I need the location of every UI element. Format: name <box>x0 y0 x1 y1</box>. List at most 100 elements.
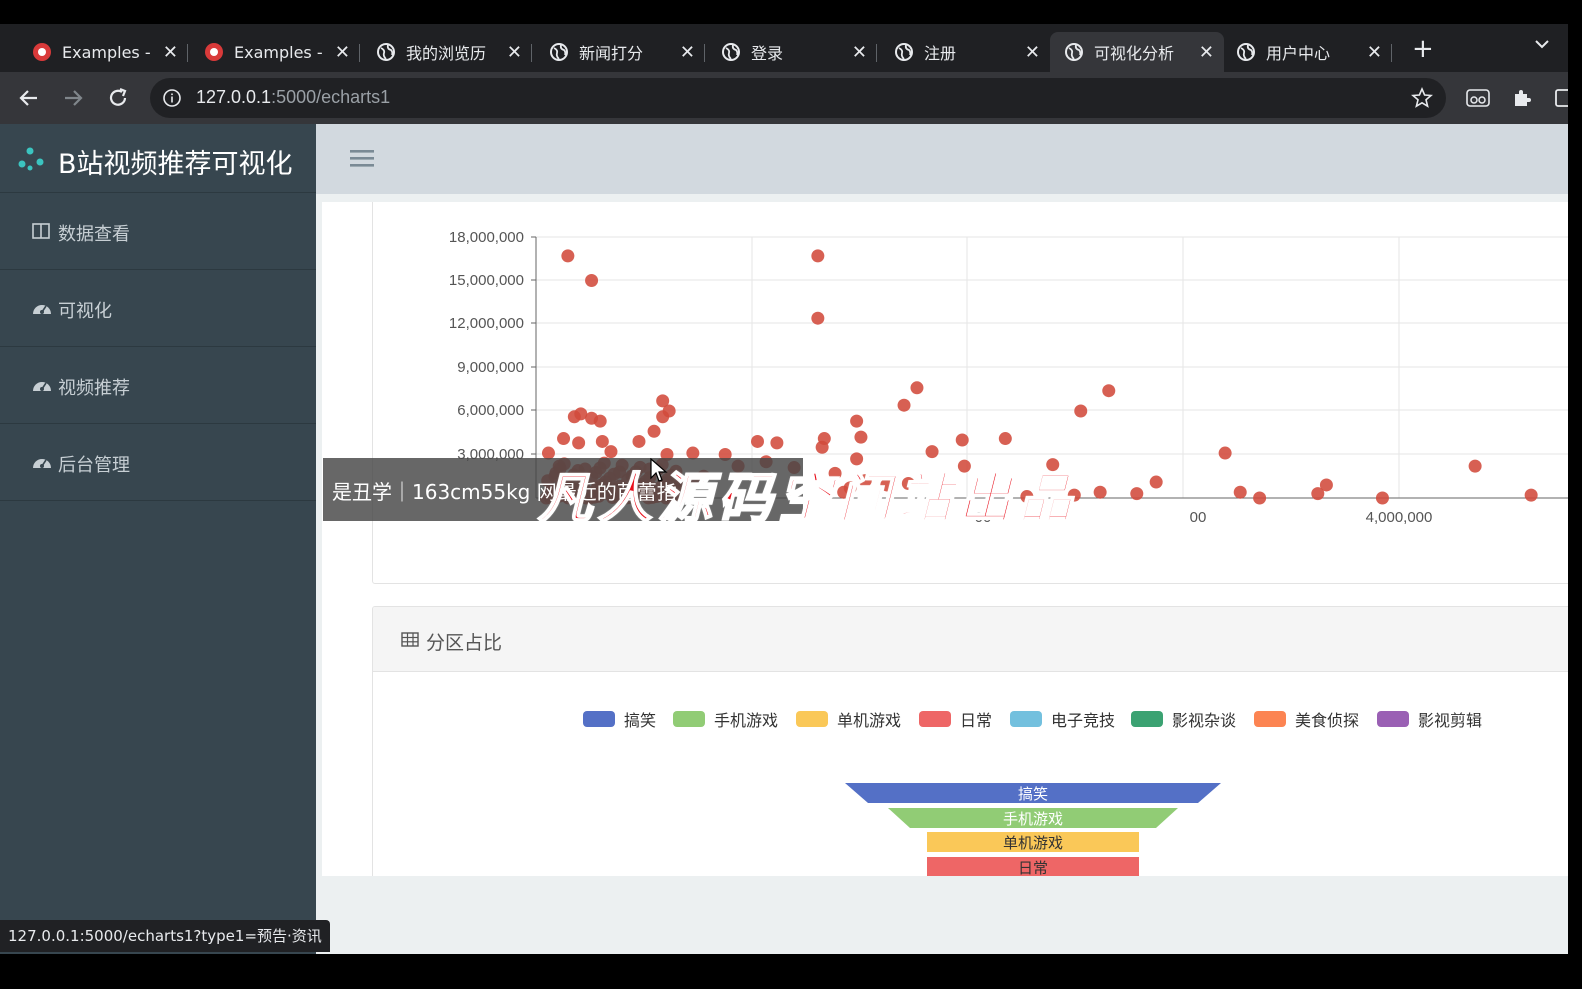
tab-title: 可视化分析 <box>1094 44 1175 63</box>
sidebar-item-admin[interactable]: 后台管理 <box>0 424 316 501</box>
info-icon[interactable] <box>162 88 182 108</box>
scatter-point[interactable] <box>770 436 784 450</box>
scatter-point[interactable] <box>557 432 571 446</box>
tab-separator <box>187 44 188 62</box>
back-arrow-icon[interactable] <box>17 86 41 110</box>
close-icon[interactable]: ✕ <box>507 42 522 63</box>
y-tick-label: 9,000,000 <box>457 359 524 376</box>
scatter-point[interactable] <box>1319 478 1333 492</box>
globe-icon <box>377 43 395 61</box>
tab-title: 我的浏览历 <box>406 44 487 63</box>
globe-icon <box>1065 43 1083 61</box>
scatter-point[interactable] <box>595 434 609 448</box>
tab-title: 新闻打分 <box>579 44 644 63</box>
scatter-point[interactable] <box>811 311 825 325</box>
sidepanel-icon[interactable] <box>1554 86 1568 110</box>
hamburger-menu-icon[interactable] <box>350 148 374 168</box>
reload-icon[interactable] <box>106 86 130 110</box>
close-icon[interactable]: ✕ <box>1199 42 1214 63</box>
scatter-point[interactable] <box>656 410 670 424</box>
scatter-point[interactable] <box>593 414 607 428</box>
tab-6[interactable]: 注册 ✕ <box>880 32 1050 72</box>
globe-icon <box>1237 43 1255 61</box>
tab-2[interactable]: Examples - ✕ <box>190 32 360 72</box>
close-icon[interactable]: ✕ <box>1367 42 1382 63</box>
scatter-point[interactable] <box>1524 488 1538 502</box>
tab-separator <box>1391 44 1392 62</box>
browser-window: + Examples - ✕ Examples - ✕ 我的浏览历 ✕ 新闻打分 ✕ 登录 ✕ 注册… <box>0 24 1568 954</box>
close-icon[interactable]: ✕ <box>163 42 178 63</box>
close-icon[interactable]: ✕ <box>1025 42 1040 63</box>
sidebar-item-visualization[interactable]: 可视化 <box>0 270 316 347</box>
extensions-puzzle-icon[interactable] <box>1510 86 1534 110</box>
dashboard-icon <box>33 305 51 314</box>
scatter-point[interactable] <box>751 434 764 448</box>
y-tick-label: 15,000,000 <box>449 272 524 289</box>
scatter-point[interactable] <box>1130 487 1144 501</box>
sidebar-item-data-view[interactable]: 数据查看 <box>0 193 316 270</box>
logo-icon <box>18 147 44 171</box>
y-tick-label: 12,000,000 <box>449 315 524 332</box>
sidebar-item-video-recommend[interactable]: 视频推荐 <box>0 347 316 424</box>
incognito-icon[interactable] <box>1465 86 1491 110</box>
close-icon[interactable]: ✕ <box>335 42 350 63</box>
watermark-text: 凡人源码空间站出品 <box>537 465 1078 531</box>
tab-1[interactable]: Examples - ✕ <box>18 32 188 72</box>
forward-arrow-icon[interactable] <box>61 86 85 110</box>
scatter-point[interactable] <box>910 381 924 395</box>
scatter-point[interactable] <box>585 274 599 287</box>
scatter-point[interactable] <box>1375 491 1389 505</box>
tab-7[interactable]: 可视化分析 ✕ <box>1050 32 1224 72</box>
x-tick-label: 4,000,000 <box>1366 509 1433 526</box>
sidebar-item-label: 可视化 <box>58 301 112 322</box>
scatter-point[interactable] <box>1233 485 1247 499</box>
globe-icon <box>550 43 568 61</box>
url-path: :5000/echarts1 <box>271 87 391 107</box>
browser-toolbar: 127.0.0.1:5000/echarts1 <box>0 72 1568 124</box>
tab-search-icon[interactable] <box>1534 38 1550 50</box>
scatter-point[interactable] <box>1218 446 1232 460</box>
scatter-point[interactable] <box>811 249 825 263</box>
x-tick-label: 00 <box>1190 509 1207 526</box>
scatter-point[interactable] <box>854 430 868 444</box>
brand-title: B站视频推荐可视化 <box>58 149 293 180</box>
mouse-cursor-icon <box>650 458 668 482</box>
tab-5[interactable]: 登录 ✕ <box>707 32 877 72</box>
tab-title: 用户中心 <box>1266 44 1331 63</box>
bookmark-star-icon[interactable] <box>1410 86 1434 110</box>
scatter-point[interactable] <box>998 432 1012 446</box>
tab-3[interactable]: 我的浏览历 ✕ <box>362 32 532 72</box>
funnel-chart[interactable]: 搞笑手机游戏单机游戏日常 <box>373 607 1568 876</box>
scatter-point[interactable] <box>632 434 646 448</box>
status-url-bar: 127.0.0.1:5000/echarts1?type1=预告·资讯 <box>0 920 330 952</box>
scatter-point[interactable] <box>1074 404 1088 418</box>
scatter-point[interactable] <box>1468 459 1482 473</box>
category-share-panel: 分区占比 搞笑 手机游戏 单机游戏 日常 电子竞技 影视杂谈 美食侦探 影视剪辑 搞笑 手机游戏… <box>372 606 1568 876</box>
main-content: 18,000,000 15,000,000 12,000,000 9,000,000 6… <box>322 202 1568 876</box>
close-icon[interactable]: ✕ <box>852 42 867 63</box>
scatter-point[interactable] <box>850 414 864 428</box>
url-text[interactable]: 127.0.0.1:5000/echarts1 <box>196 87 390 108</box>
scatter-point[interactable] <box>1253 491 1267 505</box>
funnel-stage-label: 手机游戏 <box>1003 810 1063 828</box>
dashboard-icon <box>33 382 51 391</box>
scatter-point[interactable] <box>815 440 829 454</box>
funnel-stage-label: 搞笑 <box>1018 785 1048 803</box>
tab-4[interactable]: 新闻打分 ✕ <box>535 32 705 72</box>
new-tab-button[interactable]: + <box>1412 34 1434 64</box>
tab-title: Examples - <box>234 42 323 62</box>
address-bar[interactable]: 127.0.0.1:5000/echarts1 <box>150 78 1446 118</box>
scatter-point[interactable] <box>1093 485 1107 499</box>
tab-8[interactable]: 用户中心 ✕ <box>1222 32 1392 72</box>
scatter-point[interactable] <box>647 424 661 438</box>
scatter-point[interactable] <box>1102 384 1116 398</box>
close-icon[interactable]: ✕ <box>680 42 695 63</box>
scatter-point[interactable] <box>955 433 969 447</box>
scatter-point[interactable] <box>572 436 586 450</box>
y-tick-label: 6,000,000 <box>457 402 524 419</box>
brand[interactable]: B站视频推荐可视化 <box>0 124 316 193</box>
scatter-point[interactable] <box>561 249 575 263</box>
tab-separator <box>531 44 532 62</box>
scatter-point[interactable] <box>1149 475 1163 489</box>
scatter-point[interactable] <box>897 398 911 412</box>
